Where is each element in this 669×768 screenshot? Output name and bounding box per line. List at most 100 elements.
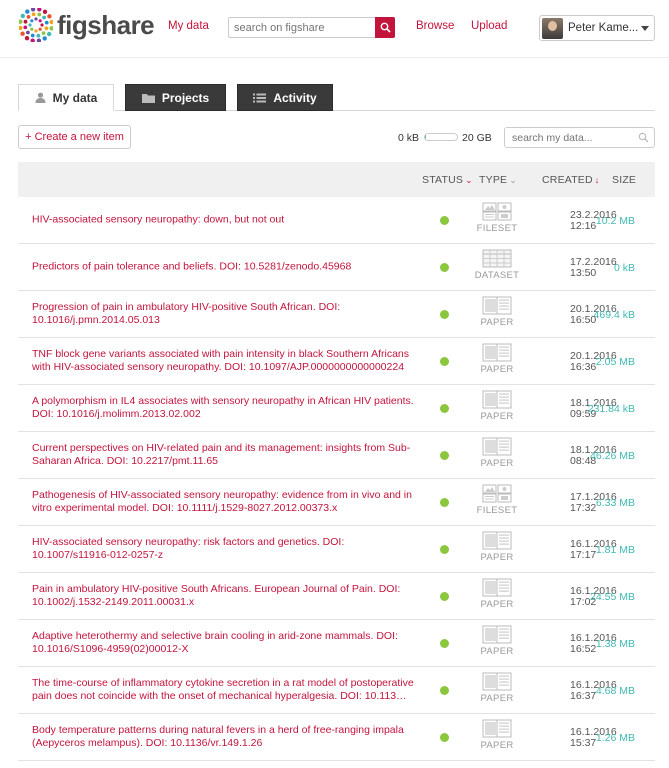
figshare-logo-icon <box>19 8 53 42</box>
column-status[interactable]: STATUS ⌄ <box>422 174 473 186</box>
column-created[interactable]: CREATED ↓ <box>542 174 600 186</box>
status-indicator <box>440 404 449 413</box>
item-title-link[interactable]: TNF block gene variants associated with … <box>32 348 414 374</box>
paper-icon <box>482 296 512 315</box>
status-indicator <box>440 263 449 272</box>
tab-my-data[interactable]: My data <box>18 84 114 111</box>
table-row[interactable]: Body temperature patterns during natural… <box>18 714 655 761</box>
item-type-label: FILESET <box>476 505 518 516</box>
table-row[interactable]: A polymorphism in IL4 associates with se… <box>18 385 655 432</box>
item-type: PAPER <box>473 625 521 657</box>
paper-icon <box>482 672 512 691</box>
quota-progress-fill <box>425 134 426 140</box>
column-type-label: TYPE <box>479 174 508 186</box>
item-title-link[interactable]: Body temperature patterns during natural… <box>32 724 414 750</box>
chevron-down-icon: ⌄ <box>509 175 517 185</box>
status-indicator <box>440 639 449 648</box>
tab-activity[interactable]: Activity <box>237 84 333 111</box>
user-name: Peter Kame... <box>568 22 638 34</box>
item-title-link[interactable]: Pathogenesis of HIV-associated sensory n… <box>32 489 414 515</box>
item-title-link[interactable]: Pain in ambulatory HIV-positive South Af… <box>32 583 414 609</box>
item-type-label: PAPER <box>480 599 514 610</box>
nav-upload[interactable]: Upload <box>471 20 507 32</box>
item-size: 1.26 MB <box>595 732 635 744</box>
user-menu[interactable]: Peter Kame... <box>539 15 655 41</box>
status-indicator <box>440 686 449 695</box>
item-type-label: PAPER <box>480 693 514 704</box>
table-row[interactable]: TNF block gene variants associated with … <box>18 338 655 385</box>
paper-icon <box>482 719 512 738</box>
fileset-icon <box>482 484 512 503</box>
nav-my-data[interactable]: My data <box>168 20 209 32</box>
item-type-label: PAPER <box>480 740 514 751</box>
item-title-link[interactable]: Predictors of pain tolerance and beliefs… <box>32 261 414 274</box>
search-icon[interactable] <box>638 132 649 143</box>
paper-icon <box>482 437 512 456</box>
table-row[interactable]: Pain in ambulatory HIV-positive South Af… <box>18 573 655 620</box>
sort-arrow-down-icon: ↓ <box>594 175 600 185</box>
table-row[interactable]: Pathogenesis of HIV-associated sensory n… <box>18 479 655 526</box>
tab-label: Activity <box>273 90 317 105</box>
item-size: 6.33 MB <box>595 497 635 509</box>
chevron-down-icon <box>641 26 649 31</box>
search-icon <box>380 22 391 33</box>
nav-browse[interactable]: Browse <box>416 20 454 32</box>
column-created-label: CREATED <box>542 174 593 186</box>
table-row[interactable]: The time-course of inflammatory cytokine… <box>18 667 655 714</box>
paper-icon <box>482 531 512 550</box>
table-row[interactable]: Progression of pain in ambulatory HIV-po… <box>18 291 655 338</box>
item-title-link[interactable]: Current perspectives on HIV-related pain… <box>32 442 414 468</box>
status-indicator <box>440 357 449 366</box>
folder-icon <box>141 93 155 103</box>
item-type-label: PAPER <box>480 411 514 422</box>
status-indicator <box>440 498 449 507</box>
paper-icon <box>482 343 512 362</box>
item-size: 4.68 MB <box>595 685 635 697</box>
global-search-input[interactable] <box>229 18 369 37</box>
figshare-logo[interactable]: figshare <box>19 8 155 42</box>
table-row[interactable]: Adaptive heterothermy and selective brai… <box>18 620 655 667</box>
item-type-label: PAPER <box>480 646 514 657</box>
item-size: 46.26 MB <box>590 450 635 462</box>
paper-icon <box>482 578 512 597</box>
table-row[interactable]: HIV-associated sensory neuropathy: risk … <box>18 526 655 573</box>
item-type: PAPER <box>473 531 521 563</box>
paper-icon <box>482 390 512 409</box>
items-list: HIV-associated sensory neuropathy: down,… <box>18 197 655 761</box>
item-size: 24.55 MB <box>590 591 635 603</box>
item-title-link[interactable]: A polymorphism in IL4 associates with se… <box>32 395 414 421</box>
global-search-button[interactable] <box>375 17 395 38</box>
item-title-link[interactable]: HIV-associated sensory neuropathy: risk … <box>32 536 414 562</box>
item-title-link[interactable]: Progression of pain in ambulatory HIV-po… <box>32 301 414 327</box>
item-type: PAPER <box>473 390 521 422</box>
status-indicator <box>440 310 449 319</box>
table-row[interactable]: Current perspectives on HIV-related pain… <box>18 432 655 479</box>
tab-projects[interactable]: Projects <box>125 84 226 111</box>
item-size: 10.2 MB <box>595 215 635 227</box>
table-header: STATUS ⌄ TYPE ⌄ CREATED ↓ SIZE <box>18 162 655 197</box>
item-type: PAPER <box>473 296 521 328</box>
column-type[interactable]: TYPE ⌄ <box>479 174 517 186</box>
column-size[interactable]: SIZE <box>612 174 636 186</box>
item-title-link[interactable]: The time-course of inflammatory cytokine… <box>32 677 414 703</box>
table-row[interactable]: HIV-associated sensory neuropathy: down,… <box>18 197 655 244</box>
create-new-item-button[interactable]: + Create a new item <box>18 125 131 149</box>
item-size: 1.38 MB <box>595 638 635 650</box>
item-type: PAPER <box>473 578 521 610</box>
item-title-link[interactable]: Adaptive heterothermy and selective brai… <box>32 630 414 656</box>
item-type: FILESET <box>473 484 521 516</box>
my-data-search <box>504 127 655 148</box>
user-icon <box>35 92 46 103</box>
avatar <box>542 17 563 39</box>
item-type: PAPER <box>473 437 521 469</box>
chevron-down-icon: ⌄ <box>465 175 473 185</box>
item-title-link[interactable]: HIV-associated sensory neuropathy: down,… <box>32 214 414 227</box>
logo-text: figshare <box>57 9 155 40</box>
my-data-search-input[interactable] <box>505 128 633 147</box>
item-type: PAPER <box>473 719 521 751</box>
item-size: 469.4 kB <box>593 309 635 321</box>
dataset-icon <box>482 249 512 268</box>
quota-total: 20 GB <box>462 132 492 144</box>
item-type-label: PAPER <box>480 364 514 375</box>
table-row[interactable]: Predictors of pain tolerance and beliefs… <box>18 244 655 291</box>
